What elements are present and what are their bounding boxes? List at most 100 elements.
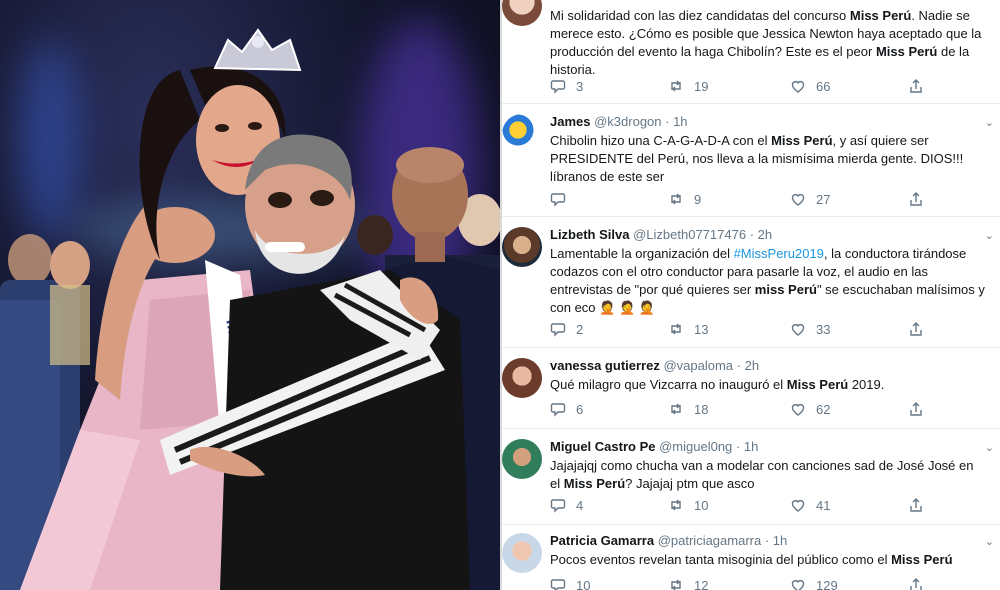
share-button[interactable] — [908, 497, 924, 513]
like-button[interactable]: 66 — [790, 78, 830, 94]
reply-count: 10 — [576, 577, 591, 590]
retweet-button[interactable]: 19 — [668, 78, 708, 94]
text-segment: Pocos eventos revelan tanta misoginia de… — [550, 552, 892, 567]
text-segment: Chibolin hizo una C-A-G-A-D-A con el — [550, 133, 772, 148]
like-icon — [791, 403, 805, 416]
handle[interactable]: @patriciagamarra — [658, 533, 762, 548]
caret-down-icon[interactable]: ⌄ — [985, 535, 994, 548]
keyword-highlight: Miss Perú — [563, 476, 626, 491]
retweet-count: 18 — [694, 401, 709, 417]
avatar[interactable] — [502, 227, 542, 267]
like-button[interactable]: 33 — [790, 321, 830, 337]
like-count: 33 — [816, 321, 831, 337]
handle[interactable]: @vapaloma — [663, 358, 733, 373]
retweet-count: 9 — [694, 191, 702, 207]
share-button[interactable] — [908, 401, 924, 417]
like-icon — [791, 80, 805, 93]
display-name[interactable]: Patricia Gamarra — [550, 533, 654, 548]
reply-button[interactable]: 2 — [550, 321, 583, 337]
tweet[interactable]: Patricia Gamarra @patriciagamarra · 1h P… — [502, 525, 1000, 590]
reply-icon — [550, 323, 566, 337]
share-button[interactable] — [908, 78, 924, 94]
retweet-icon — [671, 323, 681, 335]
handle[interactable]: @Lizbeth07717476 — [633, 227, 746, 242]
handle[interactable]: @k3drogon — [594, 114, 661, 129]
retweet-icon — [671, 193, 681, 205]
keyword-highlight: Miss Perú — [875, 44, 938, 59]
timestamp[interactable]: · 1h — [736, 439, 758, 454]
text-segment: Lamentable la organización del — [550, 246, 734, 261]
like-count: 129 — [816, 577, 838, 590]
like-icon — [791, 323, 805, 336]
avatar[interactable] — [502, 439, 542, 479]
tweet[interactable]: vanessa gutierrez @vapaloma · 2h Qué mil… — [502, 348, 1000, 429]
timestamp[interactable]: · 1h — [765, 533, 787, 548]
tweet-text: Chibolin hizo una C-A-G-A-D-A con el Mis… — [550, 132, 986, 186]
keyword-highlight: Miss Perú — [771, 133, 833, 148]
handle[interactable]: @miguel0ng — [659, 439, 732, 454]
like-icon — [791, 193, 805, 206]
display-name[interactable]: James — [550, 114, 590, 129]
retweet-button[interactable]: 13 — [668, 321, 708, 337]
tweet-text: Pocos eventos revelan tanta misoginia de… — [550, 551, 986, 569]
retweet-count: 12 — [694, 577, 709, 590]
like-count: 27 — [816, 191, 831, 207]
tweet-header: Patricia Gamarra @patriciagamarra · 1h — [550, 533, 986, 548]
display-name[interactable]: Miguel Castro Pe — [550, 439, 655, 454]
reply-count: 2 — [576, 321, 584, 337]
display-name[interactable]: vanessa gutierrez — [550, 358, 660, 373]
timestamp[interactable]: · 2h — [737, 358, 759, 373]
hashtag-link[interactable]: #MissPeru2019 — [734, 246, 824, 261]
retweet-button[interactable]: 18 — [668, 401, 708, 417]
timestamp[interactable]: · 2h — [750, 227, 772, 242]
tweet-text: Jajajajqj como chucha van a modelar con … — [550, 457, 986, 493]
retweet-button[interactable]: 9 — [668, 191, 701, 207]
share-button[interactable] — [908, 321, 924, 337]
reply-button[interactable]: 6 — [550, 401, 583, 417]
like-button[interactable]: 27 — [790, 191, 830, 207]
share-button[interactable] — [908, 577, 924, 590]
display-name[interactable]: Lizbeth Silva — [550, 227, 629, 242]
reply-button[interactable]: 3 — [550, 78, 583, 94]
reply-button[interactable]: 4 — [550, 497, 583, 513]
reply-icon — [550, 193, 566, 207]
event-photo: MISS PE — [0, 0, 500, 590]
tweet-actions: 3 19 66 — [550, 78, 930, 96]
reply-icon — [550, 579, 566, 590]
reply-count: 3 — [576, 78, 584, 94]
tweet-header: vanessa gutierrez @vapaloma · 2h — [550, 358, 986, 373]
caret-down-icon[interactable]: ⌄ — [985, 441, 994, 454]
avatar[interactable] — [502, 0, 542, 26]
retweet-icon — [671, 80, 681, 92]
share-icon — [910, 79, 922, 93]
tweet[interactable]: James @k3drogon · 1h Chibolin hizo una C… — [502, 104, 1000, 217]
retweet-icon — [671, 403, 681, 415]
retweet-button[interactable]: 12 — [668, 577, 708, 590]
tweet[interactable]: Lizbeth Silva @Lizbeth07717476 · 2h Lame… — [502, 217, 1000, 348]
retweet-button[interactable]: 10 — [668, 497, 708, 513]
like-icon — [791, 499, 805, 512]
share-button[interactable] — [908, 191, 924, 207]
like-button[interactable]: 41 — [790, 497, 830, 513]
tweet[interactable]: Mi solidaridad con las diez candidatas d… — [502, 0, 1000, 104]
caret-down-icon[interactable]: ⌄ — [985, 229, 994, 242]
like-button[interactable]: 62 — [790, 401, 830, 417]
tweet[interactable]: Miguel Castro Pe @miguel0ng · 1h Jajajaj… — [502, 429, 1000, 525]
reply-icon — [550, 499, 566, 513]
keyword-highlight: miss Perú — [754, 282, 817, 297]
tweet-actions: 6 18 62 — [550, 401, 930, 419]
avatar[interactable] — [502, 114, 542, 154]
like-button[interactable]: 129 — [790, 577, 838, 590]
avatar[interactable] — [502, 358, 542, 398]
tweet-feed[interactable]: Mi solidaridad con las diez candidatas d… — [502, 0, 1000, 590]
keyword-highlight: Miss Perú — [786, 377, 849, 392]
reply-button[interactable] — [550, 191, 576, 207]
caret-down-icon[interactable]: ⌄ — [985, 116, 994, 129]
retweet-icon — [671, 499, 681, 511]
share-icon — [910, 322, 922, 336]
avatar[interactable] — [502, 533, 542, 573]
reply-button[interactable]: 10 — [550, 577, 590, 590]
reply-count: 6 — [576, 401, 584, 417]
keyword-highlight: Miss Perú — [891, 552, 953, 567]
timestamp[interactable]: · 1h — [665, 114, 687, 129]
